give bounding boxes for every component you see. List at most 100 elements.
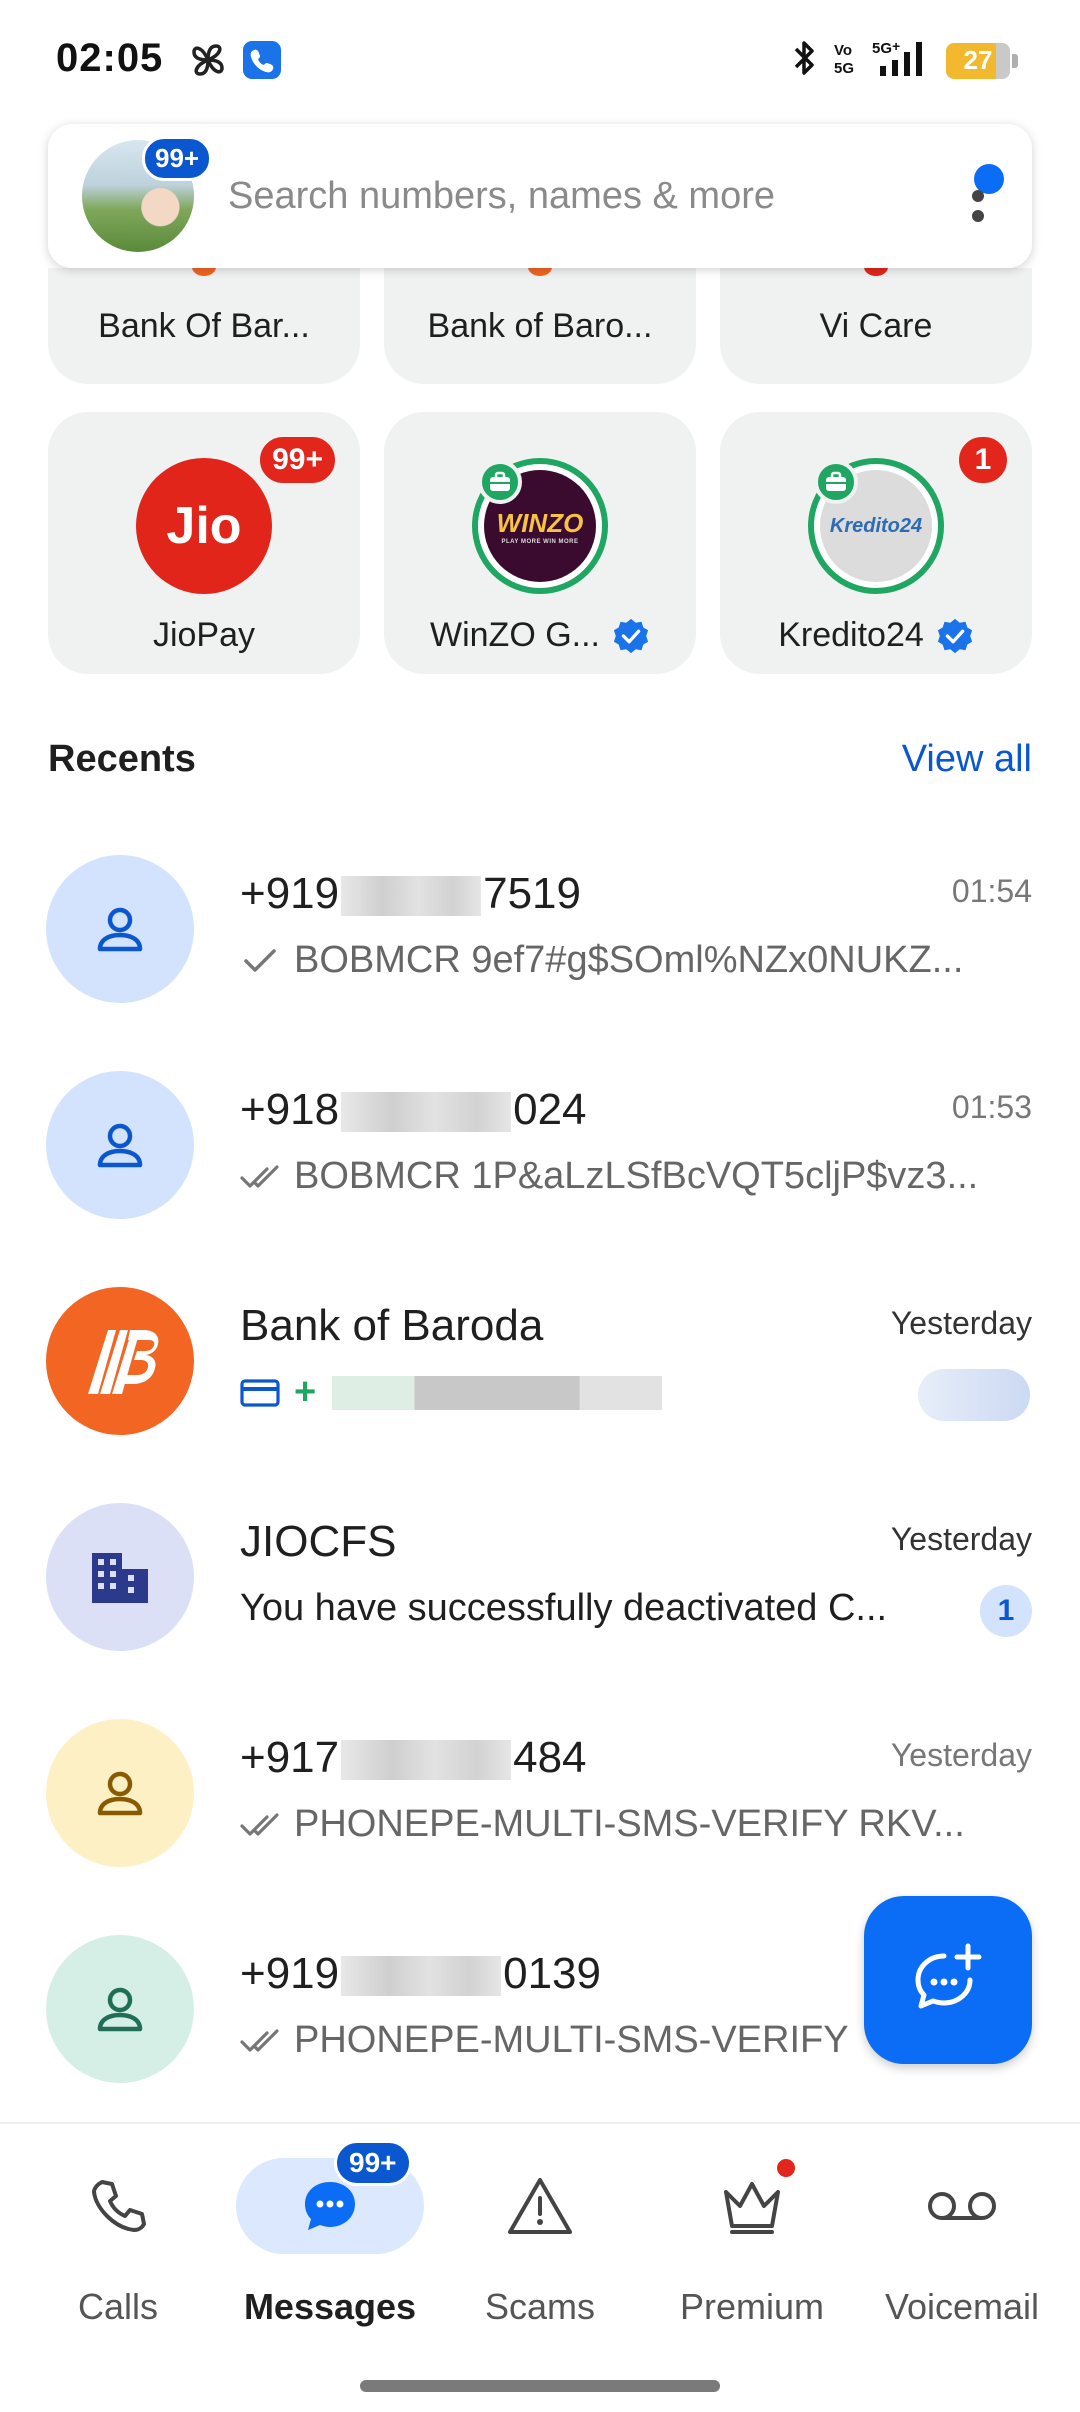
contact-card-name: Vi Care: [819, 306, 933, 345]
premium-notification-dot: [774, 2156, 798, 2180]
jio-logo-icon: Jio: [136, 458, 272, 594]
contact-card[interactable]: Bank of Baro...: [384, 268, 696, 384]
messages-unread-badge: 99+: [334, 2140, 412, 2186]
warning-icon: [508, 2178, 572, 2234]
contact-card-name: WinZO G...: [430, 616, 600, 654]
status-bar: 02:05 Vo 5G 5G + 27: [0, 0, 1080, 120]
top-contacts-row-1: Bank Of Bar... Bank of Baro... Vi Care: [48, 268, 1032, 384]
conversation-row[interactable]: +919 7519 01:54 BOBMCR 9ef7#g$SOml%NZx0NU…: [0, 855, 1080, 1071]
conversation-snippet: You have successfully deactivated C...: [240, 1587, 888, 1629]
conversation-snippet: PHONEPE-MULTI-SMS-VERIFY: [240, 2019, 880, 2062]
conversation-title: +919 0139: [240, 1949, 601, 1998]
bottom-navigation: Calls 99+ Messages Scams Premium Voicema…: [0, 2122, 1080, 2412]
battery-level: 27: [963, 45, 993, 75]
recents-title: Recents: [48, 738, 196, 780]
redacted-status: [918, 1369, 1030, 1421]
contact-card[interactable]: Vi Care: [720, 268, 1032, 384]
contact-avatar: [46, 1719, 194, 1867]
conversation-title: Bank of Baroda: [240, 1301, 544, 1350]
verified-icon: [613, 618, 649, 653]
new-message-icon: [915, 1943, 982, 2009]
crown-icon: [724, 2182, 780, 2234]
contact-card-name: Bank Of Bar...: [98, 306, 310, 345]
profile-avatar[interactable]: 99+: [82, 136, 213, 252]
contact-avatar: [46, 1503, 194, 1651]
svg-text:Vo: Vo: [834, 42, 852, 59]
conversation-time: Yesterday: [890, 1305, 1032, 1341]
conversation-snippet: BOBMCR 9ef7#g$SOml%NZx0NUKZ...: [240, 939, 1030, 982]
contact-card-jiopay[interactable]: Jio 99+ JioPay: [48, 412, 360, 674]
business-badge-icon: [478, 460, 522, 504]
contact-card[interactable]: Bank Of Bar...: [48, 268, 360, 384]
conversation-row[interactable]: JIOCFS Yesterday You have successfully d…: [0, 1503, 1080, 1719]
contact-card-winzo[interactable]: WINZO PLAY MORE WIN MORE WinZO G...: [384, 412, 696, 674]
new-message-button[interactable]: [864, 1896, 1032, 2064]
nav-label: Messages: [243, 2286, 417, 2327]
nav-messages[interactable]: 99+ Messages: [230, 2140, 430, 2328]
conversation-snippet: BOBMCR 1P&aLzLSfBcVQT5cljP$vz3...: [240, 1155, 1030, 1198]
conversation-row[interactable]: Bank of Baroda Yesterday +: [0, 1287, 1080, 1503]
view-all-link[interactable]: View all: [902, 738, 1032, 781]
voicemail-icon: [928, 2192, 996, 2220]
conversation-title: JIOCFS: [240, 1517, 397, 1566]
nav-label: Calls: [77, 2286, 158, 2327]
credit-card-icon: [240, 1378, 280, 1407]
conversation-snippet: +: [240, 1371, 1030, 1414]
contact-card-kredito24[interactable]: Kredito24 1 Kredito24: [720, 412, 1032, 674]
conversation-time: 01:54: [951, 873, 1032, 909]
building-icon: [92, 1553, 148, 1603]
conversation-title: +917 484: [240, 1733, 587, 1782]
conversation-time: Yesterday: [890, 1737, 1032, 1773]
contact-avatar: [46, 1071, 194, 1219]
person-icon: [97, 1987, 143, 2032]
unread-count-badge: 99+: [257, 434, 338, 486]
bank-of-baroda-logo-icon: [88, 1330, 159, 1394]
bluetooth-icon: [790, 38, 818, 83]
pinwheel-icon: [188, 40, 228, 85]
conversation-title: +919 7519: [240, 869, 581, 918]
profile-badge: 99+: [142, 136, 213, 181]
delivered-check-icon: [240, 1812, 279, 1836]
more-options-button[interactable]: [958, 156, 1004, 236]
nav-label: Premium: [679, 2286, 825, 2327]
svg-text:5G: 5G: [872, 40, 892, 57]
svg-text:+: +: [892, 38, 900, 54]
battery-indicator: 27: [946, 42, 1018, 79]
nav-scams[interactable]: Scams: [440, 2158, 640, 2328]
nav-calls[interactable]: Calls: [18, 2158, 218, 2328]
contact-card-name: Kredito24: [778, 616, 924, 654]
verified-icon: [937, 618, 972, 653]
recents-header: Recents View all: [48, 738, 1032, 781]
conversation-snippet: PHONEPE-MULTI-SMS-VERIFY RKV...: [240, 1803, 1030, 1846]
svg-text:5G: 5G: [834, 60, 854, 77]
contact-card-name: JioPay: [152, 616, 256, 654]
search-input[interactable]: Search numbers, names & more: [228, 175, 958, 218]
phone-app-icon: [242, 40, 282, 85]
status-left-icons: [188, 40, 282, 85]
home-indicator[interactable]: [360, 2380, 720, 2392]
phone-icon: [92, 2180, 146, 2232]
search-bar[interactable]: 99+ Search numbers, names & more: [48, 124, 1032, 268]
contact-avatar: [46, 1935, 194, 2083]
contact-card-name: Bank of Baro...: [427, 306, 653, 345]
nav-premium[interactable]: Premium: [652, 2156, 852, 2328]
delivered-check-icon: [240, 2028, 279, 2052]
unread-count-badge: 1: [956, 434, 1010, 486]
contact-avatar: [46, 1287, 194, 1435]
nav-label: Voicemail: [884, 2286, 1040, 2327]
business-badge-icon: [814, 460, 858, 504]
unread-count-badge: 1: [980, 1585, 1032, 1637]
person-icon: [97, 1771, 143, 1816]
nav-voicemail[interactable]: Voicemail: [862, 2158, 1062, 2328]
conversation-row[interactable]: +918 024 01:53 BOBMCR 1P&aLzLSfBcVQT5cljP…: [0, 1071, 1080, 1287]
conversation-time: Yesterday: [890, 1521, 1032, 1557]
volte-icon: Vo 5G: [832, 38, 858, 83]
top-contacts-row-2: Jio 99+ JioPay WINZO PLAY MORE WIN MORE …: [48, 412, 1032, 674]
delivered-check-icon: [240, 1164, 279, 1188]
nav-label: Scams: [484, 2286, 596, 2327]
contact-avatar: [46, 855, 194, 1003]
person-icon: [97, 907, 143, 952]
status-right-icons: Vo 5G 5G + 27: [790, 38, 1018, 83]
conversation-time: 01:53: [951, 1089, 1032, 1125]
signal-5g-icon: 5G +: [872, 38, 932, 83]
